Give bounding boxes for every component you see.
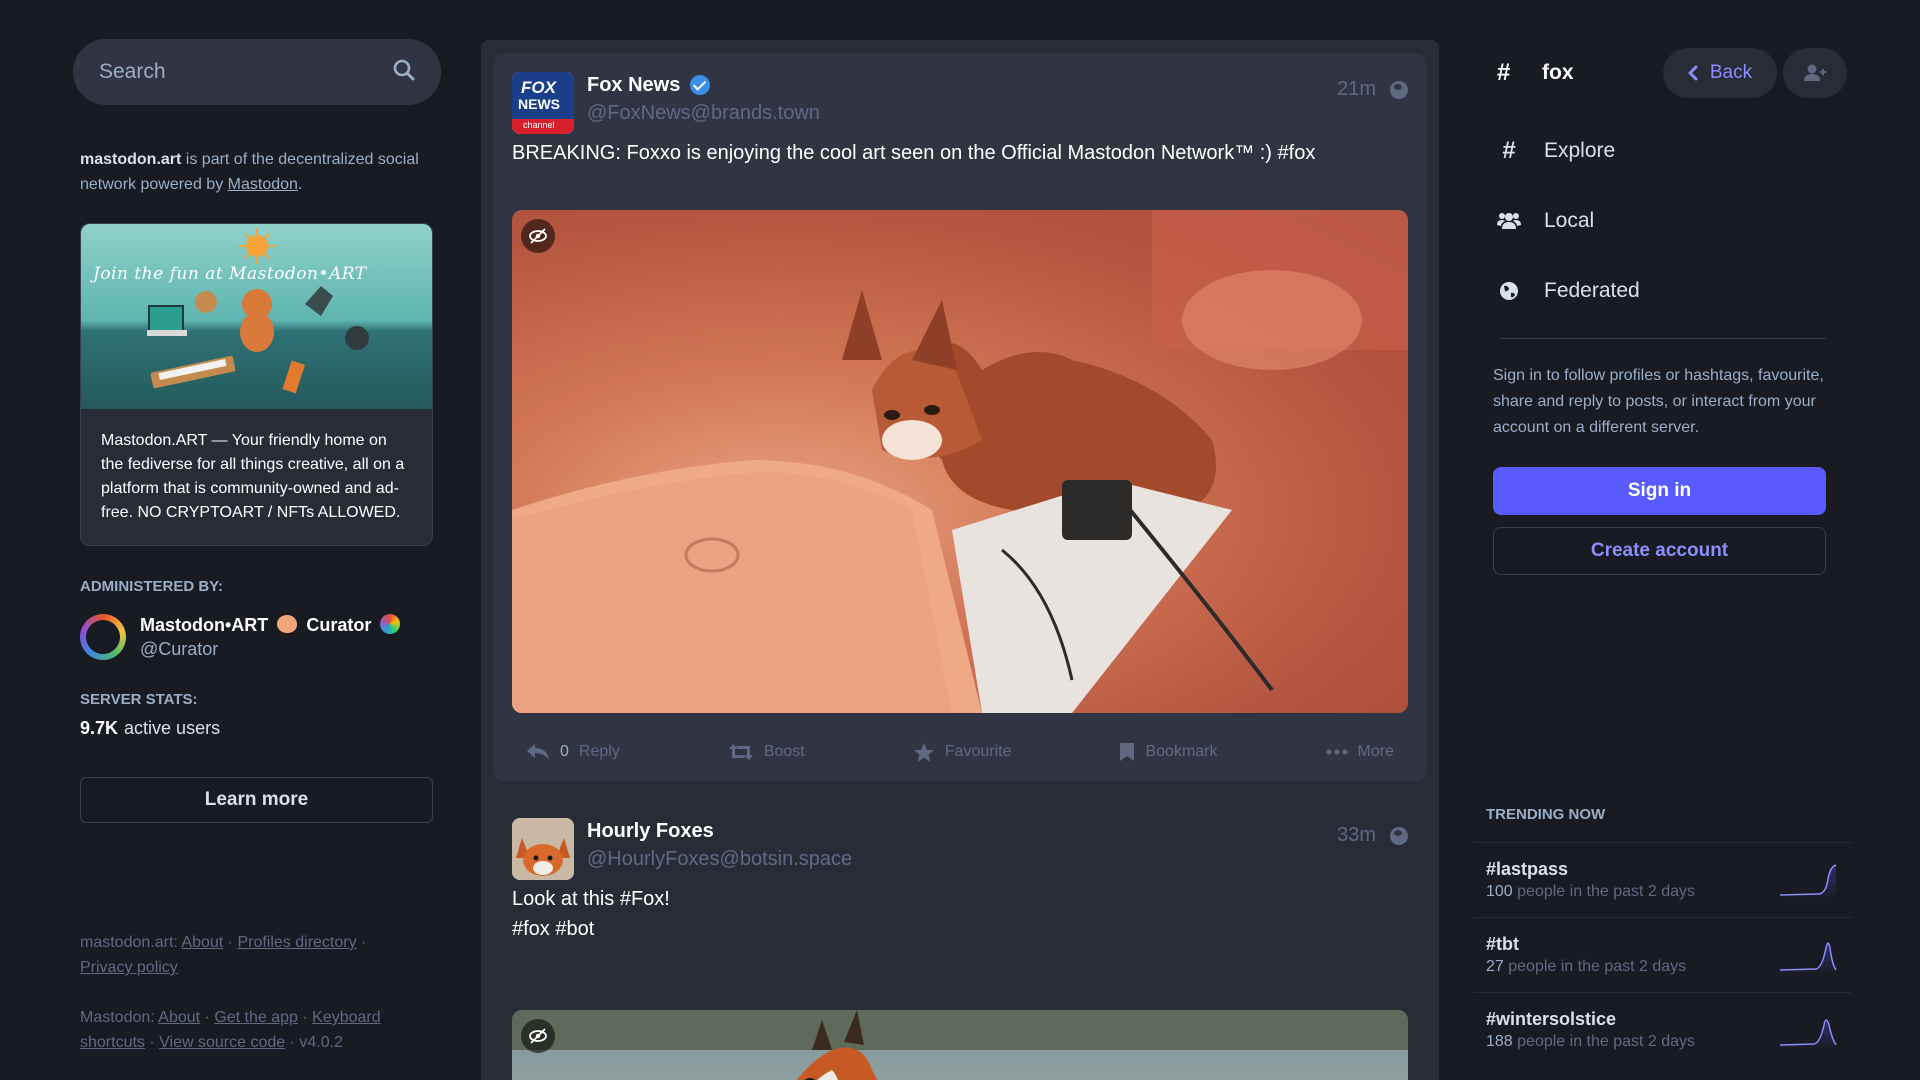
globe-icon xyxy=(1390,80,1408,99)
search-bar[interactable] xyxy=(73,39,441,105)
post-media-image[interactable] xyxy=(512,1010,1408,1080)
nav-federated[interactable]: Federated xyxy=(1479,256,1847,326)
trending-section: TRENDING NOW #lastpass 100 people in the… xyxy=(1473,806,1851,1067)
avatar[interactable] xyxy=(80,614,126,660)
server-about: mastodon.art is part of the decentralize… xyxy=(80,151,419,193)
trend-item[interactable]: #tbt 27 people in the past 2 days xyxy=(1473,917,1851,992)
create-account-button[interactable]: Create account xyxy=(1493,527,1826,575)
avatar[interactable] xyxy=(512,818,574,880)
search-input[interactable] xyxy=(99,60,379,84)
avatar[interactable]: FOX NEWS channel xyxy=(512,72,574,134)
trend-sparkline xyxy=(1779,1019,1837,1049)
get-app-link[interactable]: Get the app xyxy=(214,1009,298,1026)
column-title: fox xyxy=(1542,61,1574,84)
post-author-name[interactable]: Fox News xyxy=(587,72,820,98)
follow-hashtag-button[interactable] xyxy=(1783,48,1847,98)
hashtag-icon: # xyxy=(1502,137,1516,164)
admin-account[interactable]: Mastodon•ART Curator @Curator xyxy=(80,613,434,661)
globe-icon xyxy=(1497,279,1521,303)
search-icon[interactable] xyxy=(393,59,415,86)
post-content: Look at this #Fox! #fox #bot xyxy=(512,888,670,940)
bookmark-icon xyxy=(1120,743,1135,761)
active-users-stat: 9.7K active users xyxy=(80,718,221,738)
post-timestamp[interactable]: 33m xyxy=(1337,824,1408,847)
boost-button[interactable]: Boost xyxy=(728,743,805,761)
bookmark-button[interactable]: Bookmark xyxy=(1119,742,1218,762)
timeline: FOX NEWS channel Fox News @FoxNews@brand… xyxy=(481,40,1439,1080)
nav-explore[interactable]: # Explore xyxy=(1479,116,1847,186)
status-post[interactable]: FOX NEWS channel Fox News @FoxNews@brand… xyxy=(494,54,1426,781)
nav-local[interactable]: Local xyxy=(1479,186,1847,256)
status-post[interactable]: Hourly Foxes @HourlyFoxes@botsin.space 3… xyxy=(494,800,1426,1080)
sign-in-button[interactable]: Sign in xyxy=(1493,467,1826,515)
hashtag-column-header: # fox Back xyxy=(1479,40,1847,106)
server-stats-label: SERVER STATS: xyxy=(80,691,198,708)
divider xyxy=(1500,338,1826,339)
footer-about-link[interactable]: About xyxy=(181,934,223,951)
mastodon-footer-links: Mastodon: About · Get the app · Keyboard… xyxy=(80,1009,381,1051)
learn-more-button[interactable]: Learn more xyxy=(80,777,433,823)
navigation: # Explore Local Federated xyxy=(1479,116,1847,326)
post-author-handle[interactable]: @FoxNews@brands.town xyxy=(587,98,820,128)
banner-text: Join the fun at Mastodon•ART xyxy=(93,264,367,284)
trending-title: TRENDING NOW xyxy=(1486,806,1606,823)
post-author-handle[interactable]: @HourlyFoxes@botsin.space xyxy=(587,844,852,874)
post-header: Hourly Foxes @HourlyFoxes@botsin.space 3… xyxy=(494,800,1426,884)
server-name: mastodon.art xyxy=(80,151,182,168)
admin-handle: @Curator xyxy=(140,639,219,659)
reply-icon xyxy=(527,744,549,760)
trend-sparkline xyxy=(1779,942,1837,974)
post-actions: 0 Reply Boost Favourite Bookmark More xyxy=(512,734,1408,770)
chevron-left-icon xyxy=(1688,65,1698,81)
globe-icon xyxy=(1390,826,1408,845)
post-header: FOX NEWS channel Fox News @FoxNews@brand… xyxy=(494,54,1426,138)
boost-icon xyxy=(728,744,753,760)
server-banner-image: Join the fun at Mastodon•ART xyxy=(81,224,432,409)
administered-by-label: ADMINISTERED BY: xyxy=(80,578,224,595)
view-source-link[interactable]: View source code xyxy=(159,1034,285,1051)
hide-media-eye-icon[interactable] xyxy=(521,1019,555,1053)
reply-button[interactable]: 0 Reply xyxy=(526,742,620,762)
star-icon xyxy=(913,742,934,762)
reply-count: 0 xyxy=(560,743,569,760)
rainbow-emoji-icon xyxy=(380,614,401,634)
left-column: mastodon.art is part of the decentralize… xyxy=(73,39,441,823)
verified-icon xyxy=(690,75,711,95)
trend-item[interactable]: #lastpass 100 people in the past 2 days xyxy=(1473,842,1851,917)
admin-display-name: Mastodon•ART Curator xyxy=(140,613,401,637)
footer: mastodon.art: About · Profiles directory… xyxy=(80,930,420,1055)
profiles-directory-link[interactable]: Profiles directory xyxy=(237,934,356,951)
post-media-image[interactable] xyxy=(512,210,1408,713)
user-plus-icon xyxy=(1804,64,1826,81)
version: v4.0.2 xyxy=(299,1034,343,1051)
favourite-button[interactable]: Favourite xyxy=(913,742,1011,763)
back-button[interactable]: Back xyxy=(1663,48,1777,98)
post-timestamp[interactable]: 21m xyxy=(1337,78,1408,101)
privacy-policy-link[interactable]: Privacy policy xyxy=(80,959,178,976)
palette-emoji-icon xyxy=(277,615,298,633)
ellipsis-icon xyxy=(1326,749,1348,755)
trend-item[interactable]: #wintersolstice 188 people in the past 2… xyxy=(1473,992,1851,1067)
more-button[interactable]: More xyxy=(1326,743,1394,761)
mastodon-link[interactable]: Mastodon xyxy=(228,176,298,193)
mastodon-about-link[interactable]: About xyxy=(158,1009,200,1026)
post-author-name[interactable]: Hourly Foxes xyxy=(587,818,852,844)
users-icon xyxy=(1497,209,1521,233)
hide-media-eye-icon[interactable] xyxy=(521,219,555,253)
signin-prompt: Sign in to follow profiles or hashtags, … xyxy=(1493,367,1824,436)
hashtag-icon: # xyxy=(1497,59,1511,86)
server-footer-links: mastodon.art: About · Profiles directory… xyxy=(80,934,367,976)
post-content: BREAKING: Foxxo is enjoying the cool art… xyxy=(512,142,1316,164)
server-hero-card: Join the fun at Mastodon•ART Mastodon.AR… xyxy=(80,223,433,546)
trend-sparkline xyxy=(1779,864,1837,899)
right-column: # fox Back # Explore Local Federated Sig xyxy=(1479,40,1847,575)
server-description: Mastodon.ART — Your friendly home on the… xyxy=(101,432,405,521)
